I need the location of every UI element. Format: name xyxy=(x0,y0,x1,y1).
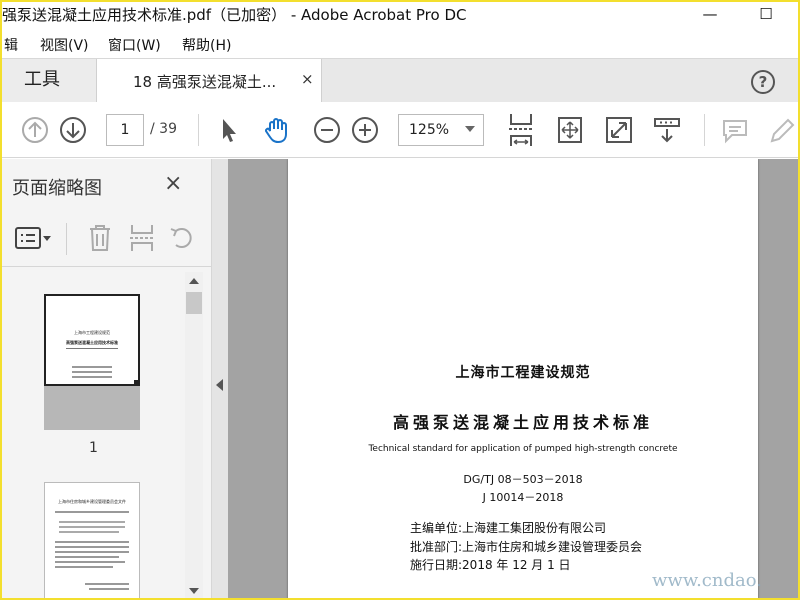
fullscreen-icon[interactable] xyxy=(604,115,634,145)
scroll-up-icon[interactable] xyxy=(189,278,199,284)
thumbnail-line xyxy=(72,376,112,378)
tab-document-label: 18 高强泵送混凝土... xyxy=(133,73,277,91)
doc-code-2: J 10014－2018 xyxy=(482,491,564,504)
tab-bar: 工具 18 高强泵送混凝土... × ? xyxy=(2,58,798,103)
chevron-down-icon xyxy=(465,126,475,132)
fit-page-icon[interactable] xyxy=(506,112,536,148)
window-title: 强泵送混凝土应用技术标准.pdf（已加密） - Adobe Acrobat Pr… xyxy=(2,6,467,24)
title-bar: 强泵送混凝土应用技术标准.pdf（已加密） - Adobe Acrobat Pr… xyxy=(2,2,798,28)
thumbnail-line xyxy=(66,348,118,349)
thumbnail-text: 高强泵送混凝土应用技术标准 xyxy=(66,340,118,345)
comment-icon[interactable] xyxy=(720,115,750,145)
minimize-button[interactable]: — xyxy=(690,2,730,28)
thumbnail-line xyxy=(72,366,112,368)
pen-icon[interactable] xyxy=(766,115,796,145)
divider xyxy=(66,223,67,255)
panel-toolbar xyxy=(2,211,212,267)
thumbnail-page-2[interactable]: 上海市住房和城乡建设管理委员会文件 xyxy=(44,482,140,598)
doc-editor: 主编单位:上海建工集团股份有限公司 xyxy=(410,521,607,535)
zoom-out-icon[interactable] xyxy=(312,115,342,145)
thumbnail-line xyxy=(59,531,119,533)
scroll-mode-icon[interactable] xyxy=(555,115,585,145)
options-icon[interactable] xyxy=(14,225,54,253)
tab-tools[interactable]: 工具 xyxy=(2,59,96,103)
tab-document[interactable]: 18 高强泵送混凝土... × xyxy=(96,59,322,103)
scroll-thumb[interactable] xyxy=(186,292,202,314)
toolbar: 1 / 39 125% xyxy=(2,102,798,158)
zoom-select[interactable]: 125% xyxy=(398,114,484,146)
thumbnails-scrollbar[interactable] xyxy=(185,272,203,598)
thumbnail-line xyxy=(55,551,129,553)
thumbnail-label: 1 xyxy=(89,440,98,456)
thumbnail-line xyxy=(55,561,125,563)
pdf-page: 上海市工程建设规范 高强泵送混凝土应用技术标准 Technical standa… xyxy=(288,159,758,598)
thumbnail-line xyxy=(85,583,129,585)
menu-window[interactable]: 窗口(W) xyxy=(108,35,161,55)
thumbnail-text: 上海市住房和城乡建设管理委员会文件 xyxy=(58,499,126,504)
doc-title: 高强泵送混凝土应用技术标准 xyxy=(392,413,653,432)
trash-icon[interactable] xyxy=(86,223,114,253)
acrobat-window: 强泵送混凝土应用技术标准.pdf（已加密） - Adobe Acrobat Pr… xyxy=(2,2,798,598)
doc-subtitle-en: Technical standard for application of pu… xyxy=(368,444,678,454)
zoom-in-icon[interactable] xyxy=(350,115,380,145)
hand-icon[interactable] xyxy=(262,115,292,145)
thumbnails-list: 上海市工程建设规范 高强泵送混凝土应用技术标准 1 上海市住房和城乡建设管理委员… xyxy=(2,272,185,598)
thumbnail-line xyxy=(59,526,125,528)
doc-heading: 上海市工程建设规范 xyxy=(455,365,591,381)
scroll-down-icon[interactable] xyxy=(189,588,199,594)
page-total: / 39 xyxy=(150,121,177,137)
thumbnail-page-1[interactable]: 上海市工程建设规范 高强泵送混凝土应用技术标准 xyxy=(44,294,140,430)
select-arrow-icon[interactable] xyxy=(214,115,244,145)
panel-collapse-strip[interactable] xyxy=(212,159,228,598)
thumbnail-line xyxy=(59,521,125,523)
rotate-icon[interactable] xyxy=(168,223,198,253)
thumbnail-line xyxy=(55,566,113,568)
help-icon[interactable]: ? xyxy=(751,70,775,94)
panel-close-button[interactable]: × xyxy=(164,171,182,196)
arrow-up-icon[interactable] xyxy=(20,115,50,145)
tab-close-button[interactable]: × xyxy=(301,70,314,88)
thumbnail-resize-handle[interactable] xyxy=(134,380,140,386)
thumbnail-text: 上海市工程建设规范 xyxy=(74,330,110,335)
maximize-button[interactable]: ☐ xyxy=(746,2,786,28)
divider xyxy=(704,114,705,146)
panel-title: 页面缩略图 xyxy=(12,178,102,199)
thumbnail-line xyxy=(55,511,129,513)
read-mode-icon[interactable] xyxy=(652,115,682,145)
doc-approver: 批准部门:上海市住房和城乡建设管理委员会 xyxy=(410,540,643,554)
thumbnail-line xyxy=(55,546,129,548)
page-number-input[interactable]: 1 xyxy=(106,114,144,146)
menu-bar: 辑 视图(V) 窗口(W) 帮助(H) xyxy=(2,32,798,56)
insert-page-icon[interactable] xyxy=(128,223,156,253)
watermark-text: www.cndao. xyxy=(652,570,762,591)
thumbnails-panel: 页面缩略图 × 上海市工程建设规范 高强泵送混凝土应用技术标准 1 上海市住房和… xyxy=(2,159,212,598)
thumbnail-line xyxy=(72,371,112,373)
menu-edit[interactable]: 辑 xyxy=(4,35,18,55)
thumbnail-page-1-image: 上海市工程建设规范 高强泵送混凝土应用技术标准 xyxy=(44,294,140,386)
menu-view[interactable]: 视图(V) xyxy=(40,35,89,55)
collapse-left-icon[interactable] xyxy=(216,379,223,391)
thumbnail-line xyxy=(89,588,129,590)
doc-date: 施行日期:2018 年 12 月 1 日 xyxy=(410,558,571,572)
thumbnail-line xyxy=(55,556,119,558)
arrow-down-icon[interactable] xyxy=(58,115,88,145)
menu-help[interactable]: 帮助(H) xyxy=(182,35,231,55)
document-viewport[interactable]: 上海市工程建设规范 高强泵送混凝土应用技术标准 Technical standa… xyxy=(228,159,798,598)
divider xyxy=(198,114,199,146)
zoom-value: 125% xyxy=(409,122,450,138)
doc-code-1: DG/TJ 08－503－2018 xyxy=(463,473,583,486)
thumbnail-line xyxy=(55,541,129,543)
